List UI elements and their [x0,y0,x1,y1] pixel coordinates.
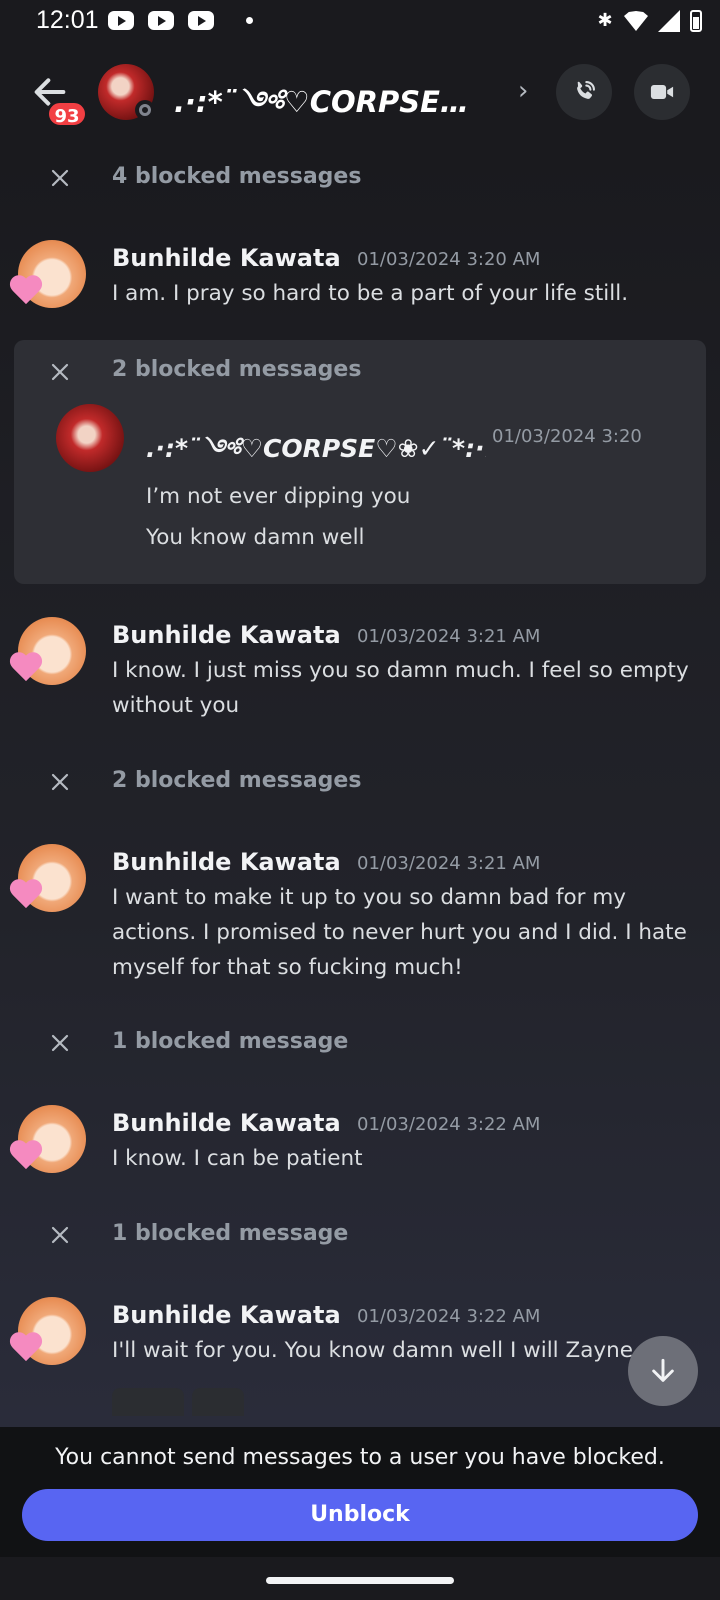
message-timestamp: 01/03/2024 3:21 AM [357,853,541,874]
message-list[interactable]: 4 blocked messages Bunhilde Kawata 01/03… [0,140,720,1427]
close-icon [48,1031,72,1055]
close-icon [48,166,72,190]
message-author[interactable]: .·:*¨༺♡CORPSE♡❀✓¨*:·. [146,420,486,491]
message-timestamp: 01/03/2024 3:21 AM [357,626,541,647]
video-camera-icon [650,85,674,99]
battery-icon [690,10,702,32]
avatar[interactable] [18,1297,96,1369]
wifi-icon [624,11,648,31]
message-text: You know damn well [146,525,365,550]
close-icon [48,1223,72,1247]
avatar[interactable] [18,240,96,312]
reaction-chip[interactable] [112,1388,184,1416]
jump-to-latest-button[interactable] [628,1336,698,1406]
add-reaction-button[interactable] [192,1388,244,1416]
voice-call-button[interactable] [556,64,612,120]
cell-signal-icon [658,10,680,32]
blocked-messages-group[interactable]: 2 blocked messages .·:*¨༺♡CORPSE♡❀✓¨*:·.… [14,340,706,584]
status-bar: 12:01 ✱ [0,0,720,44]
close-icon[interactable] [48,360,72,384]
message-timestamp: 01/03/2024 3:22 AM [357,1114,541,1135]
message-text: I am. I pray so hard to be a part of you… [112,281,629,306]
message-author[interactable]: Bunhilde Kawata [112,1301,341,1329]
message-text: I know. I just miss you so damn much. I … [112,658,689,718]
message-timestamp: 01/03/2024 3:22 AM [357,1306,541,1327]
bluetooth-icon: ✱ [597,10,613,31]
avatar[interactable] [18,844,96,916]
unblock-button[interactable]: Unblock [22,1489,698,1541]
phone-icon [577,81,595,99]
message-author[interactable]: Bunhilde Kawata [112,621,341,649]
chevron-right-icon[interactable]: › [518,76,528,106]
unread-badge: 93 [46,100,88,128]
blocked-notice: You cannot send messages to a user you h… [55,1445,665,1470]
blocked-messages-label: 4 blocked messages [112,164,362,189]
arrow-down-icon [652,1358,674,1382]
blocked-messages-label: 2 blocked messages [112,768,362,793]
blocked-user-footer: You cannot send messages to a user you h… [0,1427,720,1557]
more-notifications-dot-icon [246,17,253,24]
avatar[interactable] [18,617,96,689]
home-gesture-bar[interactable] [266,1577,454,1584]
message-text: I want to make it up to you so damn bad … [112,885,687,980]
blocked-messages-label: 1 blocked message [112,1221,349,1246]
message-text: I know. I can be patient [112,1146,363,1171]
blocked-messages-row[interactable]: 1 blocked message [0,1025,720,1065]
channel-header: 93 .·:*¨༺♡CORPSE♡... › [0,44,720,140]
message-author[interactable]: Bunhilde Kawata [112,244,341,272]
youtube-notification-icon [188,11,214,30]
blocked-messages-row[interactable]: 1 blocked message [0,1217,720,1257]
blocked-messages-row[interactable]: 2 blocked messages [0,764,720,804]
message-text: I’m not ever dipping you [146,484,411,509]
blocked-messages-label: 1 blocked message [112,1029,349,1054]
message-text: I'll wait for you. You know damn well I … [112,1338,633,1363]
message-author[interactable]: Bunhilde Kawata [112,848,341,876]
close-icon [48,770,72,794]
offline-status-icon [135,100,155,120]
message-author[interactable]: Bunhilde Kawata [112,1109,341,1137]
blocked-messages-row[interactable]: 4 blocked messages [0,160,720,200]
avatar[interactable] [18,1105,96,1177]
youtube-notification-icon [108,11,134,30]
youtube-notification-icon [148,11,174,30]
blocked-messages-label: 2 blocked messages [112,357,362,382]
avatar[interactable] [56,404,124,472]
video-call-button[interactable] [634,64,690,120]
message-timestamp: 01/03/2024 3:20 [492,426,642,447]
status-time: 12:01 [36,6,99,34]
message-timestamp: 01/03/2024 3:20 AM [357,249,541,270]
navigation-bar [0,1557,720,1600]
